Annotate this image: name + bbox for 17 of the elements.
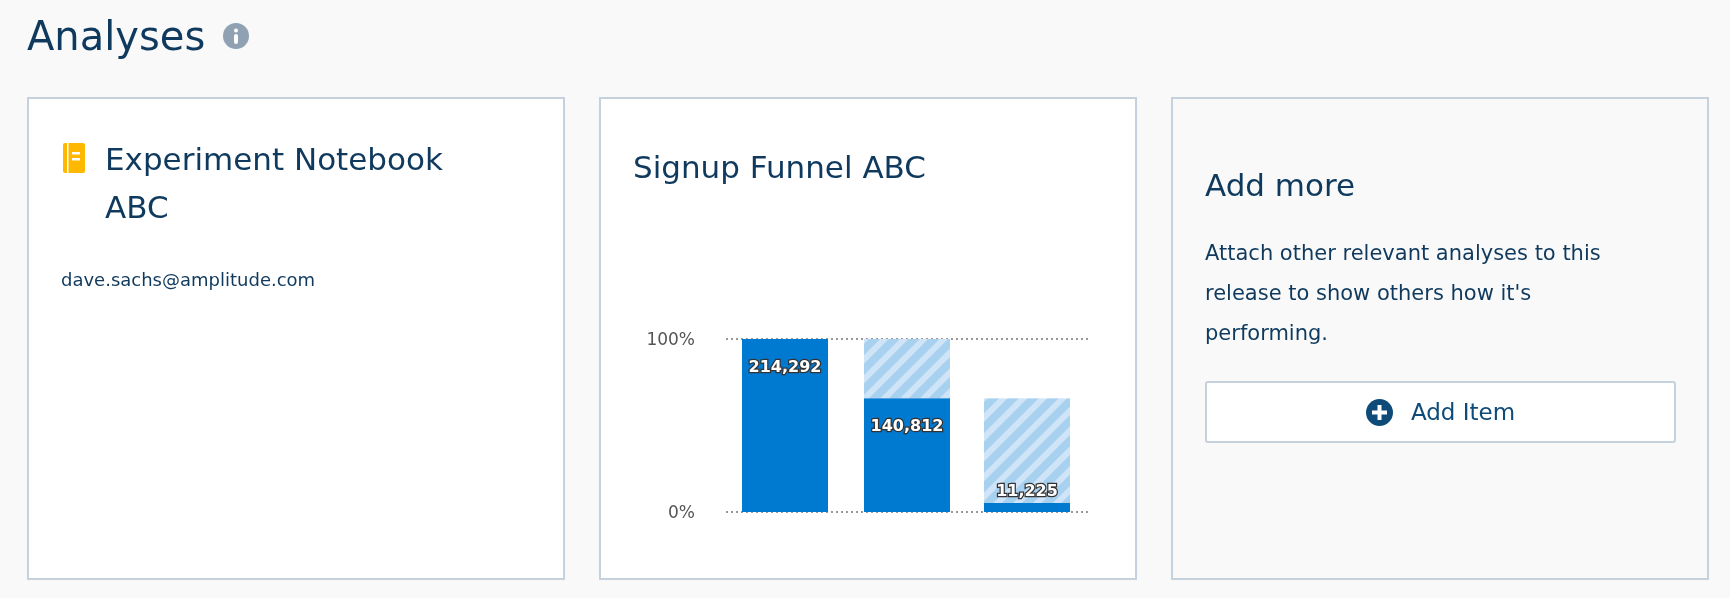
bar-value-label: 214,292 (748, 357, 822, 376)
notebook-icon (63, 143, 85, 173)
card-title: Add more (1205, 166, 1357, 205)
card-title: Signup Funnel ABC (632, 148, 927, 187)
axis-label: 0% (668, 502, 695, 522)
axis-label: 100% (646, 329, 695, 349)
bar-value-label: 11,225 (996, 481, 1058, 500)
plus-icon (1365, 398, 1393, 426)
add-item-button[interactable]: Add Item (1205, 381, 1676, 443)
notebook-card[interactable]: Experiment Notebook ABC dave.sachs@amplitude.com (27, 97, 565, 580)
owner-email: dave.sachs@amplitude.com (60, 268, 317, 290)
chart-card[interactable]: Signup Funnel ABC 0% 100% 214,292 140,812 11,225 (599, 97, 1137, 580)
card-title: Experiment Notebook ABC (105, 140, 444, 227)
bar-value-label: 140,812 (870, 416, 944, 436)
info-icon[interactable] (223, 23, 250, 49)
section-title: Analyses (27, 13, 206, 59)
card-description: Attach other relevant analyses to this release to show others how it's performing. (1205, 240, 1602, 347)
